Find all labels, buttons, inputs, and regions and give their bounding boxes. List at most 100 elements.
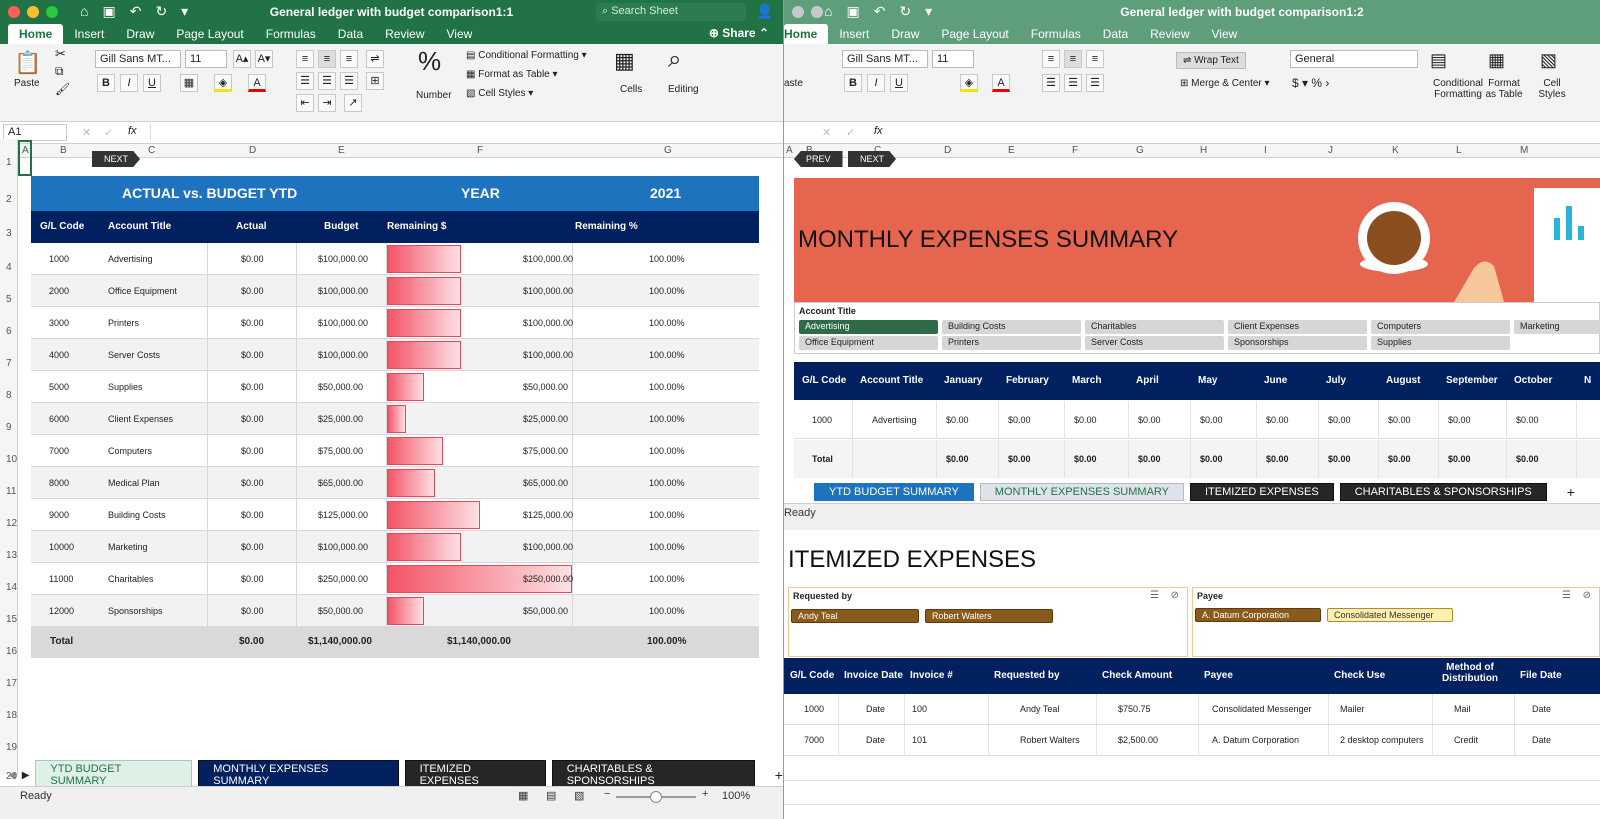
wrap-text-button[interactable]: ⇌ Wrap Text — [1176, 52, 1246, 69]
col-header[interactable]: G — [1136, 145, 1144, 156]
align-right-icon-2[interactable]: ☰ — [1086, 74, 1104, 92]
cancel-icon-2[interactable]: ✕ — [822, 126, 831, 139]
tab-home[interactable]: Home — [8, 24, 64, 44]
sheet-tab-itemized-2[interactable]: ITEMIZED EXPENSES — [1190, 483, 1334, 501]
col-header[interactable]: M — [1520, 145, 1528, 156]
slicer-item[interactable]: Printers — [942, 336, 1081, 350]
bold-button-2[interactable]: B — [844, 74, 862, 92]
col-header-b[interactable]: B — [60, 145, 67, 156]
slicer-item[interactable]: Server Costs — [1085, 336, 1224, 350]
format-table-icon[interactable]: ▦ — [1488, 50, 1505, 71]
align-bottom-icon[interactable]: ≡ — [340, 50, 358, 68]
format-table-label-2[interactable]: Format as Table — [1484, 78, 1524, 100]
align-bottom-icon-2[interactable]: ≡ — [1086, 50, 1104, 68]
percent-icon[interactable]: % — [418, 46, 441, 77]
row-header[interactable]: 7 — [6, 358, 12, 369]
zoom-in-button[interactable]: + — [702, 788, 708, 800]
col-header[interactable]: H — [1200, 145, 1207, 156]
row-header[interactable]: 6 — [6, 326, 12, 337]
enter-icon-2[interactable]: ✓ — [846, 126, 855, 139]
shrink-font-button[interactable]: A▾ — [255, 50, 273, 68]
currency-icon[interactable]: $ ▾ % › — [1292, 76, 1329, 90]
tab-review-2[interactable]: Review — [1139, 24, 1200, 44]
row-header[interactable]: 15 — [6, 614, 17, 625]
row-header[interactable]: 10 — [6, 454, 17, 465]
align-center-icon[interactable]: ☰ — [318, 72, 336, 90]
fill-color-icon[interactable]: ◈ — [214, 74, 232, 92]
align-middle-icon[interactable]: ≡ — [318, 50, 336, 68]
tab-draw[interactable]: Draw — [115, 24, 165, 44]
col-header-f[interactable]: F — [477, 145, 483, 156]
row-header[interactable]: 12 — [6, 518, 17, 529]
align-top-icon[interactable]: ≡ — [296, 50, 314, 68]
multi-select-icon-2[interactable]: ☰ — [1562, 590, 1571, 601]
sheet-tab-ytd-2[interactable]: YTD BUDGET SUMMARY — [814, 483, 974, 501]
tab-data-2[interactable]: Data — [1092, 24, 1139, 44]
fill-color-icon-2[interactable]: ◈ — [960, 74, 978, 92]
slicer-item[interactable]: Marketing — [1514, 320, 1600, 334]
multi-select-icon[interactable]: ☰ — [1150, 590, 1159, 601]
col-header[interactable]: A — [786, 145, 793, 156]
bold-button[interactable]: B — [97, 74, 115, 92]
col-header[interactable]: I — [1264, 145, 1267, 156]
font-name-select[interactable]: Gill Sans MT... — [95, 50, 181, 68]
underline-button-2[interactable]: U — [890, 74, 908, 92]
cell-styles-icon[interactable]: ▧ — [1540, 50, 1557, 71]
paste-icon[interactable]: 📋 — [14, 50, 41, 76]
slicer-item[interactable]: Computers — [1371, 320, 1510, 334]
enter-icon[interactable]: ✓ — [104, 126, 113, 139]
cell-styles-button[interactable]: ▧ Cell Styles ▾ — [466, 88, 533, 99]
active-cell-a1[interactable] — [18, 140, 32, 176]
grow-font-button[interactable]: A▴ — [233, 50, 251, 68]
tab-review[interactable]: Review — [374, 24, 435, 44]
row-header[interactable]: 19 — [6, 742, 17, 753]
tab-page-layout[interactable]: Page Layout — [165, 24, 254, 44]
decrease-indent-icon[interactable]: ⇤ — [296, 94, 314, 112]
share-button[interactable]: ⊕ Share ⌃ — [709, 26, 769, 40]
slicer-item[interactable]: Client Expenses — [1228, 320, 1367, 334]
cond-format-icon[interactable]: ▤ — [1430, 50, 1447, 71]
merge-center-button[interactable]: ⊞ Merge & Center ▾ — [1180, 78, 1270, 89]
slicer-item[interactable]: Building Costs — [942, 320, 1081, 334]
page-break-icon[interactable]: ▧ — [574, 789, 584, 802]
align-top-icon-2[interactable]: ≡ — [1042, 50, 1060, 68]
col-header[interactable]: J — [1328, 145, 1333, 156]
slicer-item[interactable]: Charitables — [1085, 320, 1224, 334]
font-size-select[interactable]: 11 — [185, 50, 227, 68]
user-icon[interactable]: 👤 — [756, 3, 773, 20]
slicer-consolidated-messenger[interactable]: Consolidated Messenger — [1327, 608, 1453, 622]
tab-view[interactable]: View — [436, 24, 484, 44]
row-header[interactable]: 1 — [6, 157, 12, 168]
orientation-icon[interactable]: ↗ — [344, 94, 362, 112]
row-header[interactable]: 13 — [6, 550, 17, 561]
function-icon-2[interactable]: fx — [874, 125, 883, 137]
slicer-a-datum[interactable]: A. Datum Corporation — [1195, 608, 1321, 622]
zoom-out-button[interactable]: − — [604, 788, 610, 800]
font-color-icon-2[interactable]: A — [992, 74, 1010, 92]
tab-view-2[interactable]: View — [1201, 24, 1249, 44]
tab-insert[interactable]: Insert — [63, 24, 115, 44]
font-size-select-2[interactable]: 11 — [932, 50, 974, 68]
cells-icon[interactable]: ▦ — [614, 48, 635, 74]
page-layout-icon[interactable]: ▤ — [546, 789, 556, 802]
col-header-c[interactable]: C — [148, 145, 155, 156]
col-header[interactable]: E — [1008, 145, 1015, 156]
borders-icon[interactable]: ▦ — [180, 74, 198, 92]
zoom-slider[interactable] — [616, 791, 696, 803]
sheet-tab-charitables-2[interactable]: CHARITABLES & SPONSORSHIPS — [1339, 483, 1547, 501]
row-header[interactable]: 11 — [6, 486, 16, 497]
align-middle-icon-2[interactable]: ≡ — [1064, 50, 1082, 68]
tab-insert-2[interactable]: Insert — [828, 24, 880, 44]
row-header[interactable]: 4 — [6, 262, 12, 273]
col-header[interactable]: K — [1392, 145, 1399, 156]
slicer-andy-teal[interactable]: Andy Teal — [791, 609, 919, 623]
wrap-text-icon[interactable]: ⇌ — [366, 50, 384, 68]
function-icon[interactable]: fx — [128, 125, 137, 137]
cancel-icon[interactable]: ✕ — [82, 126, 91, 139]
number-format-select[interactable]: General — [1290, 50, 1418, 68]
copy-icon[interactable]: ⧉ — [55, 64, 64, 79]
format-as-table-button[interactable]: ▦ Format as Table ▾ — [466, 69, 558, 80]
col-header[interactable]: F — [1072, 145, 1078, 156]
row-header[interactable]: 2 — [6, 194, 12, 205]
scroll-left-icon[interactable]: ◀ — [8, 770, 16, 781]
